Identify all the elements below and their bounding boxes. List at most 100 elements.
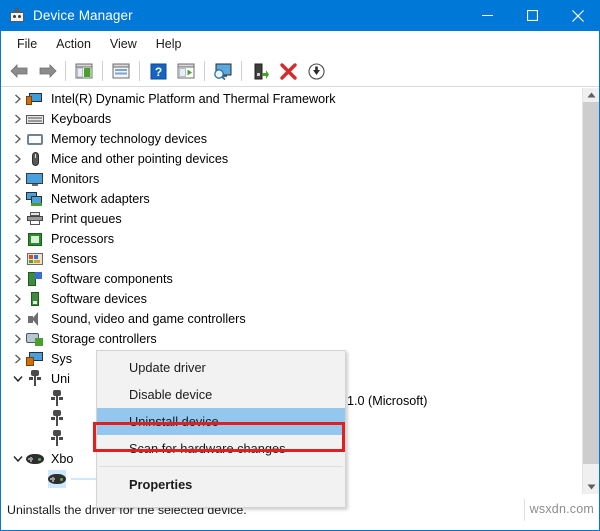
scroll-down-icon[interactable]: [583, 480, 599, 494]
storage-controller-icon: [26, 330, 44, 348]
chevron-down-icon[interactable]: [10, 369, 26, 389]
tree-row[interactable]: Sensors: [2, 249, 581, 269]
tree-row-label: Monitors: [51, 172, 100, 186]
vertical-scrollbar[interactable]: [582, 88, 599, 494]
tree-row[interactable]: Storage controllers: [2, 329, 581, 349]
tree-row-label: Sys: [51, 352, 72, 366]
chevron-right-icon[interactable]: [10, 109, 26, 129]
software-component-icon: [26, 270, 44, 288]
tree-row-label: [71, 438, 75, 440]
chevron-right-icon[interactable]: [10, 149, 26, 169]
context-menu-item-disable-device[interactable]: Disable device: [97, 381, 345, 408]
svg-text:?: ?: [154, 65, 161, 79]
tree-row[interactable]: Print queues: [2, 209, 581, 229]
tree-row[interactable]: Mice and other pointing devices: [2, 149, 581, 169]
context-menu-item-scan-for-hardware-changes[interactable]: Scan for hardware changes: [97, 435, 345, 462]
tree-row-label: Processors: [51, 232, 114, 246]
forward-button[interactable]: [34, 58, 60, 84]
tree-row-label: Intel(R) Dynamic Platform and Thermal Fr…: [51, 92, 336, 106]
chevron-right-icon[interactable]: [10, 229, 26, 249]
tree-row-label: Keyboards: [51, 112, 112, 126]
memory-icon: [26, 130, 44, 148]
device-partial-label: 1.0 (Microsoft): [347, 394, 428, 408]
tree-row[interactable]: Intel(R) Dynamic Platform and Thermal Fr…: [2, 89, 581, 109]
window-controls: [465, 0, 600, 31]
tree-row[interactable]: Monitors: [2, 169, 581, 189]
chevron-right-icon[interactable]: [10, 89, 26, 109]
gamepad-icon: [26, 450, 44, 468]
monitor-icon: [26, 170, 44, 188]
help-button[interactable]: ?: [145, 58, 171, 84]
network-icon: [26, 190, 44, 208]
context-menu-item-properties[interactable]: Properties: [97, 471, 345, 498]
scrollbar-thumb[interactable]: [583, 102, 599, 464]
usb-icon: [48, 390, 66, 408]
context-menu-item-uninstall-device[interactable]: Uninstall device: [97, 408, 345, 435]
chevron-right-icon[interactable]: [10, 169, 26, 189]
tree-row[interactable]: Sound, video and game controllers: [2, 309, 581, 329]
chevron-right-icon[interactable]: [10, 129, 26, 149]
tree-row-label: [71, 398, 75, 400]
chevron-right-icon[interactable]: [10, 309, 26, 329]
chevron-right-icon[interactable]: [10, 209, 26, 229]
tree-row-label: Uni: [51, 372, 70, 386]
tree-row-label: Software components: [51, 272, 173, 286]
menu-action[interactable]: Action: [47, 34, 101, 54]
menu-file[interactable]: File: [8, 34, 47, 54]
sound-icon: [26, 310, 44, 328]
update-driver-button[interactable]: [247, 58, 273, 84]
tree-row[interactable]: Software components: [2, 269, 581, 289]
tree-row-label: Storage controllers: [51, 332, 157, 346]
toolbar-separator: [65, 61, 66, 81]
toolbar-separator-4: [204, 61, 205, 81]
toolbar-separator-3: [139, 61, 140, 81]
minimize-button[interactable]: [465, 0, 510, 31]
tree-row[interactable]: Network adapters: [2, 189, 581, 209]
back-button[interactable]: [6, 58, 32, 84]
menu-view[interactable]: View: [101, 34, 147, 54]
printer-icon: [26, 210, 44, 228]
tree-row-label: Sensors: [51, 252, 98, 266]
console-tree-button[interactable]: [71, 58, 97, 84]
red-x-button[interactable]: [275, 58, 301, 84]
processor-icon: [26, 230, 44, 248]
tree-row[interactable]: Memory technology devices: [2, 129, 581, 149]
software-device-icon: [26, 290, 44, 308]
maximize-button[interactable]: [510, 0, 555, 31]
tree-row[interactable]: Processors: [2, 229, 581, 249]
tree-row-label: Software devices: [51, 292, 147, 306]
scan-hardware-button[interactable]: [210, 58, 236, 84]
tree-row-label: Sound, video and game controllers: [51, 312, 246, 326]
tree-row[interactable]: Keyboards: [2, 109, 581, 129]
tree-row-label: Print queues: [51, 212, 122, 226]
mouse-icon: [26, 150, 44, 168]
properties-button[interactable]: [108, 58, 134, 84]
tree-row-label: Memory technology devices: [51, 132, 208, 146]
chevron-down-icon[interactable]: [10, 449, 26, 469]
down-arrow-circle-button[interactable]: [303, 58, 329, 84]
chevron-right-icon[interactable]: [10, 289, 26, 309]
context-menu-item-update-driver[interactable]: Update driver: [97, 354, 345, 381]
usb-icon: [48, 410, 66, 428]
tree-row[interactable]: Software devices: [2, 289, 581, 309]
system-device-icon: [26, 350, 44, 368]
scroll-up-icon[interactable]: [583, 88, 599, 102]
chevron-right-icon[interactable]: [10, 189, 26, 209]
tree-row-label: Mice and other pointing devices: [51, 152, 229, 166]
sensor-icon: [26, 250, 44, 268]
context-menu[interactable]: Update driver Disable device Uninstall d…: [96, 350, 346, 508]
tree-row-label: Network adapters: [51, 192, 150, 206]
toolbar: ?: [1, 56, 599, 87]
toolbar-separator-2: [102, 61, 103, 81]
chevron-right-icon[interactable]: [10, 349, 26, 369]
menu-help[interactable]: Help: [147, 34, 192, 54]
device-manager-window: Device Manager File Action View Help ? I…: [0, 0, 600, 531]
tree-row-label: Xbo: [51, 452, 74, 466]
toolbar-separator-5: [241, 61, 242, 81]
chevron-right-icon[interactable]: [10, 269, 26, 289]
action-pane-button[interactable]: [173, 58, 199, 84]
chevron-right-icon[interactable]: [10, 329, 26, 349]
close-button[interactable]: [555, 0, 600, 31]
title-bar: Device Manager: [0, 0, 600, 31]
chevron-right-icon[interactable]: [10, 249, 26, 269]
